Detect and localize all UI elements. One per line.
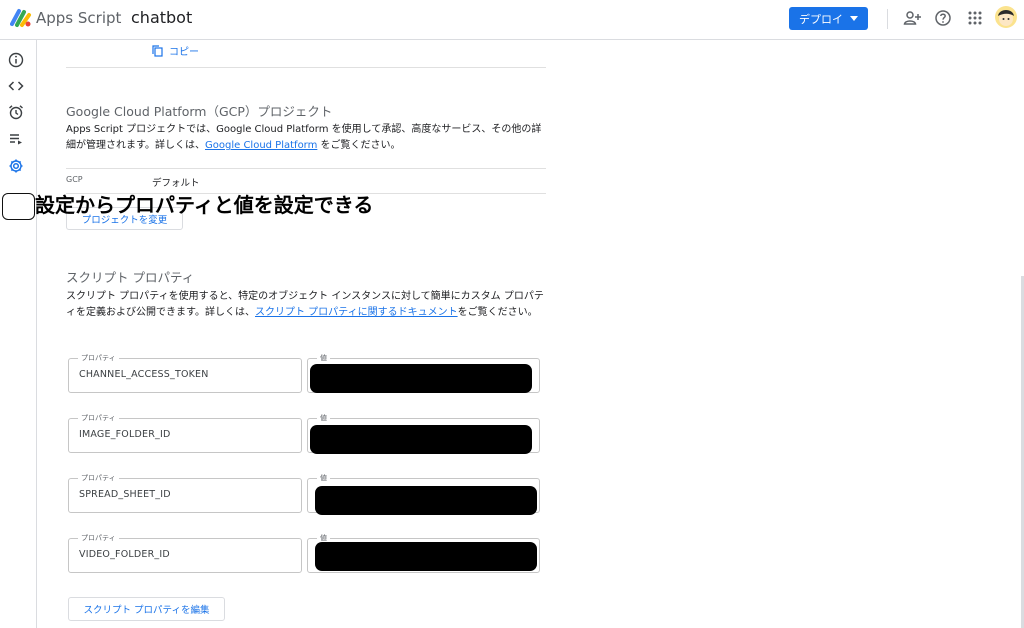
divider	[887, 9, 888, 29]
apps-script-logo[interactable]	[10, 8, 32, 28]
sp-desc-text-end: をご覧ください。	[457, 307, 538, 318]
value-field-label: 値	[317, 473, 330, 483]
edit-script-properties-label: スクリプト プロパティを編集	[83, 605, 210, 616]
value-field-label: 値	[317, 413, 330, 423]
alarm-clock-icon[interactable]	[7, 103, 25, 121]
help-icon[interactable]	[933, 8, 953, 28]
gcp-docs-link[interactable]: Google Cloud Platform	[205, 140, 317, 151]
property-field-label: プロパティ	[78, 353, 119, 363]
gcp-section-title: Google Cloud Platform（GCP）プロジェクト	[66, 104, 333, 119]
property-key-value: IMAGE_FOLDER_ID	[79, 429, 171, 440]
selected-nav-highlight	[2, 193, 35, 220]
caret-down-icon	[850, 16, 858, 21]
property-key-value: CHANNEL_ACCESS_TOKEN	[79, 369, 209, 380]
property-key-value: VIDEO_FOLDER_ID	[79, 549, 170, 560]
sp-docs-link[interactable]: スクリプト プロパティに関するドキュメント	[255, 307, 458, 318]
divider	[66, 168, 546, 169]
redaction-block	[310, 425, 532, 454]
code-icon[interactable]	[7, 77, 25, 95]
deploy-label: デプロイ	[799, 12, 843, 26]
property-key-field[interactable]: プロパティ IMAGE_FOLDER_ID	[68, 413, 302, 453]
copy-label: コピー	[169, 47, 199, 58]
property-field-label: プロパティ	[78, 533, 119, 543]
gcp-desc-text-end: をご覧ください。	[317, 140, 401, 151]
property-field-label: プロパティ	[78, 473, 119, 483]
avatar[interactable]	[995, 6, 1017, 28]
list-run-icon[interactable]	[7, 130, 25, 148]
redaction-block	[310, 364, 532, 393]
script-properties-title: スクリプト プロパティ	[66, 270, 195, 285]
copy-icon	[152, 44, 163, 57]
annotation-overlay: 設定からプロパティと値を設定できる	[35, 193, 374, 217]
property-key-field[interactable]: プロパティ CHANNEL_ACCESS_TOKEN	[68, 353, 302, 393]
gcp-value: デフォルト	[152, 178, 200, 189]
property-value-field[interactable]: 値	[307, 413, 540, 454]
script-properties-description: スクリプト プロパティを使用すると、特定のオブジェクト インスタンスに対して簡単…	[66, 289, 546, 321]
gcp-description: Apps Script プロジェクトでは、Google Cloud Platfo…	[66, 122, 546, 154]
deploy-button[interactable]: デプロイ	[789, 7, 868, 30]
property-value-field[interactable]: 値	[307, 533, 540, 573]
gcp-label: GCP	[66, 175, 83, 184]
copy-button[interactable]: コピー	[152, 43, 199, 58]
property-key-field[interactable]: プロパティ VIDEO_FOLDER_ID	[68, 533, 302, 573]
edit-script-properties-button[interactable]: スクリプト プロパティを編集	[68, 597, 225, 621]
property-key-value: SPREAD_SHEET_ID	[79, 489, 171, 500]
top-bar: Apps Script chatbot デプロイ	[0, 0, 1024, 40]
info-icon[interactable]	[7, 51, 25, 69]
property-field-label: プロパティ	[78, 413, 119, 423]
left-nav-rail	[0, 40, 37, 628]
app-name[interactable]: Apps Script	[36, 9, 121, 27]
property-value-field[interactable]: 値	[307, 353, 540, 393]
gear-icon[interactable]	[7, 157, 25, 175]
redaction-block	[315, 542, 537, 571]
property-key-field[interactable]: プロパティ SPREAD_SHEET_ID	[68, 473, 302, 513]
apps-grid-icon[interactable]	[965, 8, 985, 28]
redaction-block	[315, 486, 537, 515]
value-field-label: 値	[317, 353, 330, 363]
property-value-field[interactable]: 値	[307, 473, 540, 515]
add-person-icon[interactable]	[902, 8, 922, 28]
project-name[interactable]: chatbot	[131, 8, 192, 27]
divider	[66, 67, 546, 68]
